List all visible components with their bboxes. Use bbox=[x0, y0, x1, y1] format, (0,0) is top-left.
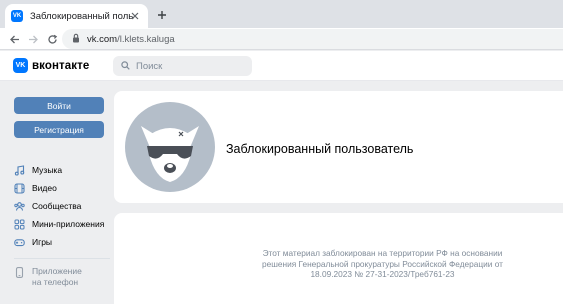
vk-logo[interactable]: VK вконтакте bbox=[13, 58, 89, 73]
sidebar-item-label: Игры bbox=[32, 237, 53, 247]
profile-card: Заблокированный пользователь bbox=[114, 91, 563, 203]
browser-tab-strip: VK Заблокированный пользовате bbox=[0, 0, 563, 28]
block-notice-text: Этот материал заблокирован на территории… bbox=[242, 248, 523, 280]
vk-logo-icon: VK bbox=[13, 58, 28, 73]
sidebar-item-label: Музыка bbox=[32, 165, 63, 175]
sidebar-item-mini-apps[interactable]: Мини-приложения bbox=[14, 217, 104, 231]
url-path: /l.klets.kaluga bbox=[117, 33, 175, 45]
search-icon bbox=[121, 57, 130, 75]
sidebar-divider bbox=[14, 258, 110, 259]
sidebar-item-label: Видео bbox=[32, 183, 57, 193]
mini-apps-icon bbox=[14, 219, 25, 230]
music-icon bbox=[14, 164, 25, 176]
sidebar-item-label: Мини-приложения bbox=[32, 219, 105, 229]
url-host: vk.com bbox=[87, 33, 118, 45]
notice-line: решения Генеральной прокуратуры Российск… bbox=[262, 258, 503, 269]
vk-favicon-icon: VK bbox=[11, 10, 23, 22]
new-tab-button[interactable] bbox=[153, 6, 171, 24]
reload-button[interactable] bbox=[44, 31, 60, 47]
address-bar[interactable]: vk.com/l.klets.kaluga bbox=[62, 29, 563, 49]
blocked-user-avatar bbox=[125, 102, 215, 192]
notice-line: Этот материал заблокирован на территории… bbox=[262, 248, 503, 258]
register-button[interactable]: Регистрация bbox=[14, 121, 104, 138]
blocked-dog-icon bbox=[141, 126, 199, 182]
sidebar-item-label: Сообщества bbox=[32, 201, 82, 211]
vk-logo-text: вконтакте bbox=[32, 59, 90, 72]
login-button[interactable]: Войти bbox=[14, 97, 104, 114]
communities-icon bbox=[14, 201, 25, 212]
url-text[interactable]: vk.com/l.klets.kaluga bbox=[87, 34, 175, 45]
sidebar-item-communities[interactable]: Сообщества bbox=[14, 199, 81, 213]
close-icon[interactable] bbox=[128, 9, 142, 23]
browser-toolbar: vk.com/l.klets.kaluga bbox=[0, 28, 563, 50]
mobile-app-line2: на телефон bbox=[32, 277, 79, 287]
phone-icon bbox=[14, 267, 25, 278]
mobile-app-label: Приложение на телефон bbox=[32, 266, 82, 288]
tab-title: Заблокированный пользовате bbox=[30, 10, 134, 22]
forward-button[interactable] bbox=[25, 31, 41, 47]
search-box[interactable] bbox=[113, 56, 252, 76]
search-input[interactable] bbox=[136, 60, 246, 72]
video-icon bbox=[14, 182, 25, 194]
profile-name: Заблокированный пользователь bbox=[226, 142, 414, 156]
vk-header: VK вконтакте bbox=[0, 51, 563, 81]
sidebar-item-mobile-app[interactable]: Приложение на телефон bbox=[14, 266, 82, 288]
back-button[interactable] bbox=[6, 31, 22, 47]
block-notice-card: Этот материал заблокирован на территории… bbox=[114, 213, 563, 304]
mobile-app-line1: Приложение bbox=[32, 266, 82, 276]
browser-tab[interactable]: VK Заблокированный пользовате bbox=[5, 4, 148, 28]
notice-line: 18.09.2023 № 27-31-2023/Треб761-23 bbox=[310, 269, 455, 279]
games-icon bbox=[14, 237, 25, 248]
sidebar-item-video[interactable]: Видео bbox=[14, 181, 57, 195]
sidebar-item-music[interactable]: Музыка bbox=[14, 163, 62, 177]
lock-icon[interactable] bbox=[72, 30, 80, 48]
sidebar-item-games[interactable]: Игры bbox=[14, 235, 52, 249]
